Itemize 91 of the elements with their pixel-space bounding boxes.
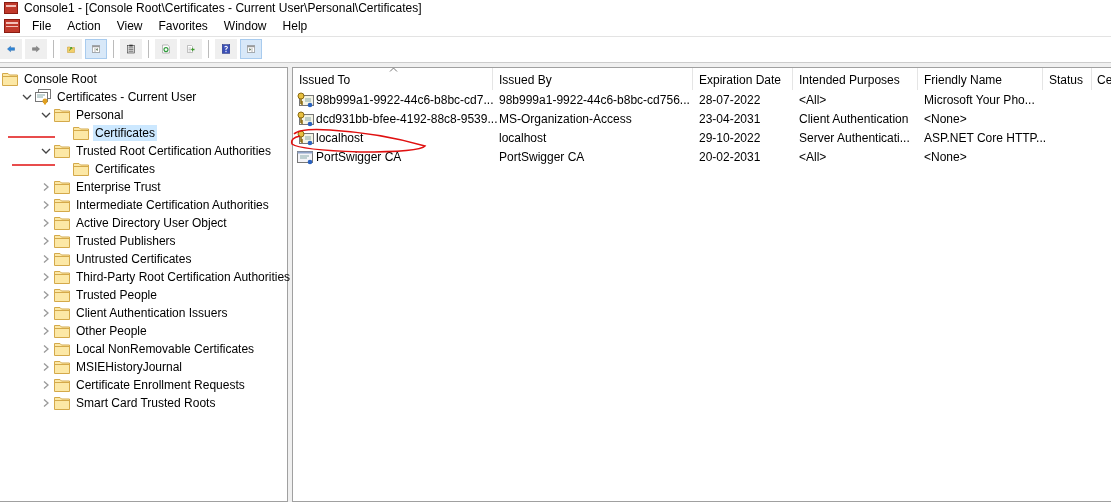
folder-icon: [54, 216, 70, 230]
help-icon: [222, 41, 230, 57]
action-pane-icon: [247, 42, 255, 56]
table-cell: ASP.NET Core HTTP...: [924, 130, 1047, 145]
column-header[interactable]: Status: [1043, 68, 1092, 90]
menu-item[interactable]: Help: [274, 18, 316, 34]
collapse-chevron-icon[interactable]: [41, 147, 51, 155]
toolbar-button[interactable]: [215, 39, 237, 59]
folder-icon: [54, 180, 70, 194]
folder-icon: [54, 360, 70, 374]
certificate-icon: [297, 148, 314, 165]
tree-item[interactable]: Smart Card Trusted Roots: [74, 395, 218, 411]
table-cell: MS-Organization-Access: [499, 111, 632, 126]
tree-item[interactable]: Console Root: [22, 71, 99, 87]
menu-item[interactable]: Favorites: [150, 18, 216, 34]
folder-icon: [54, 342, 70, 356]
window-title: Console1 - [Console Root\Certificates - Current User\Personal\Certificates]: [24, 1, 422, 15]
folder-icon: [54, 270, 70, 284]
tree-item[interactable]: Enterprise Trust: [74, 179, 163, 195]
toolbar-button[interactable]: [120, 39, 142, 59]
tree-item[interactable]: Certificates: [93, 125, 158, 141]
table-cell: 98b999a1-9922-44c6-b8bc-cd756...: [499, 92, 690, 107]
folder-icon: [54, 144, 70, 158]
tree-item[interactable]: MSIEHistoryJournal: [74, 359, 185, 375]
tree-item[interactable]: Trusted Root Certification Authorities: [74, 143, 273, 159]
console-app-icon: [4, 2, 18, 14]
refresh-icon: [162, 41, 170, 57]
tree-item[interactable]: Untrusted Certificates: [74, 251, 194, 267]
table-cell: Microsoft Your Pho...: [924, 92, 1035, 107]
certificate-key-icon: [297, 129, 314, 146]
folder-icon: [54, 288, 70, 302]
toolbar-button[interactable]: [240, 39, 262, 59]
folder-icon: [54, 324, 70, 338]
menu-item[interactable]: Action: [59, 18, 109, 34]
menu-item[interactable]: View: [108, 18, 151, 34]
tree-item[interactable]: Third-Party Root Certification Authorities: [74, 269, 293, 285]
table-cell: 20-02-2031: [699, 149, 761, 164]
table-cell: Client Authentication: [799, 111, 909, 126]
table-cell[interactable]: PortSwigger CA: [316, 149, 402, 164]
table-cell: PortSwigger CA: [499, 149, 585, 164]
folder-icon: [54, 378, 70, 392]
tree-item[interactable]: Intermediate Certification Authorities: [74, 197, 271, 213]
table-cell: 23-04-2031: [699, 111, 761, 126]
table-cell: <None>: [924, 149, 967, 164]
console-app-icon[interactable]: [4, 19, 20, 33]
menu-item[interactable]: Window: [215, 18, 275, 34]
tree-item[interactable]: Client Authentication Issuers: [74, 305, 230, 321]
column-header[interactable]: Intended Purposes: [793, 68, 918, 90]
table-cell: <All>: [799, 149, 827, 164]
table-cell: localhost: [499, 130, 547, 145]
tree-item[interactable]: Trusted People: [74, 287, 159, 303]
tree-item[interactable]: Trusted Publishers: [74, 233, 178, 249]
certificate-key-icon: [297, 91, 314, 108]
table-cell: <None>: [924, 111, 967, 126]
certificate-store-icon: [35, 89, 51, 105]
table-cell[interactable]: localhost: [316, 130, 364, 145]
tree-item[interactable]: Active Directory User Object: [74, 215, 229, 231]
tree-item[interactable]: Certificates - Current User: [55, 89, 199, 105]
toolbar-button[interactable]: [25, 39, 47, 59]
table-cell: <All>: [799, 92, 827, 107]
folder-icon: [54, 108, 70, 122]
table-cell: Server Authenticati...: [799, 130, 910, 145]
tree-pane-icon: [92, 42, 100, 56]
annotation-line: [11, 164, 56, 166]
annotation-line: [7, 136, 56, 138]
folder-icon: [2, 72, 18, 86]
column-header[interactable]: Expiration Date: [693, 68, 793, 90]
table-cell: 28-07-2022: [699, 92, 761, 107]
tree-item[interactable]: Certificates: [93, 161, 158, 177]
tree-item[interactable]: Certificate Enrollment Requests: [74, 377, 247, 393]
column-header[interactable]: Friendly Name: [918, 68, 1043, 90]
folder-icon: [73, 162, 89, 176]
tree-item[interactable]: Personal: [74, 107, 126, 123]
folder-icon: [54, 234, 70, 248]
folder-icon: [73, 126, 89, 140]
folder-icon: [54, 396, 70, 410]
folder-icon: [54, 306, 70, 320]
folder-icon: [54, 252, 70, 266]
table-cell: 29-10-2022: [699, 130, 761, 145]
certificate-key-icon: [297, 110, 314, 127]
toolbar-button[interactable]: [85, 39, 107, 59]
column-header[interactable]: Issued By: [493, 68, 693, 90]
menu-item[interactable]: File: [24, 18, 60, 34]
table-cell[interactable]: dcd931bb-bfee-4192-88c8-9539...: [316, 111, 498, 126]
column-header[interactable]: Issued To: [293, 68, 493, 90]
tree-item[interactable]: Other People: [74, 323, 149, 339]
toolbar-button[interactable]: [0, 39, 22, 59]
column-header[interactable]: Ce: [1092, 68, 1111, 90]
table-cell[interactable]: 98b999a1-9922-44c6-b8bc-cd7...: [316, 92, 494, 107]
folder-icon: [54, 198, 70, 212]
tree-item[interactable]: Local NonRemovable Certificates: [74, 341, 257, 357]
